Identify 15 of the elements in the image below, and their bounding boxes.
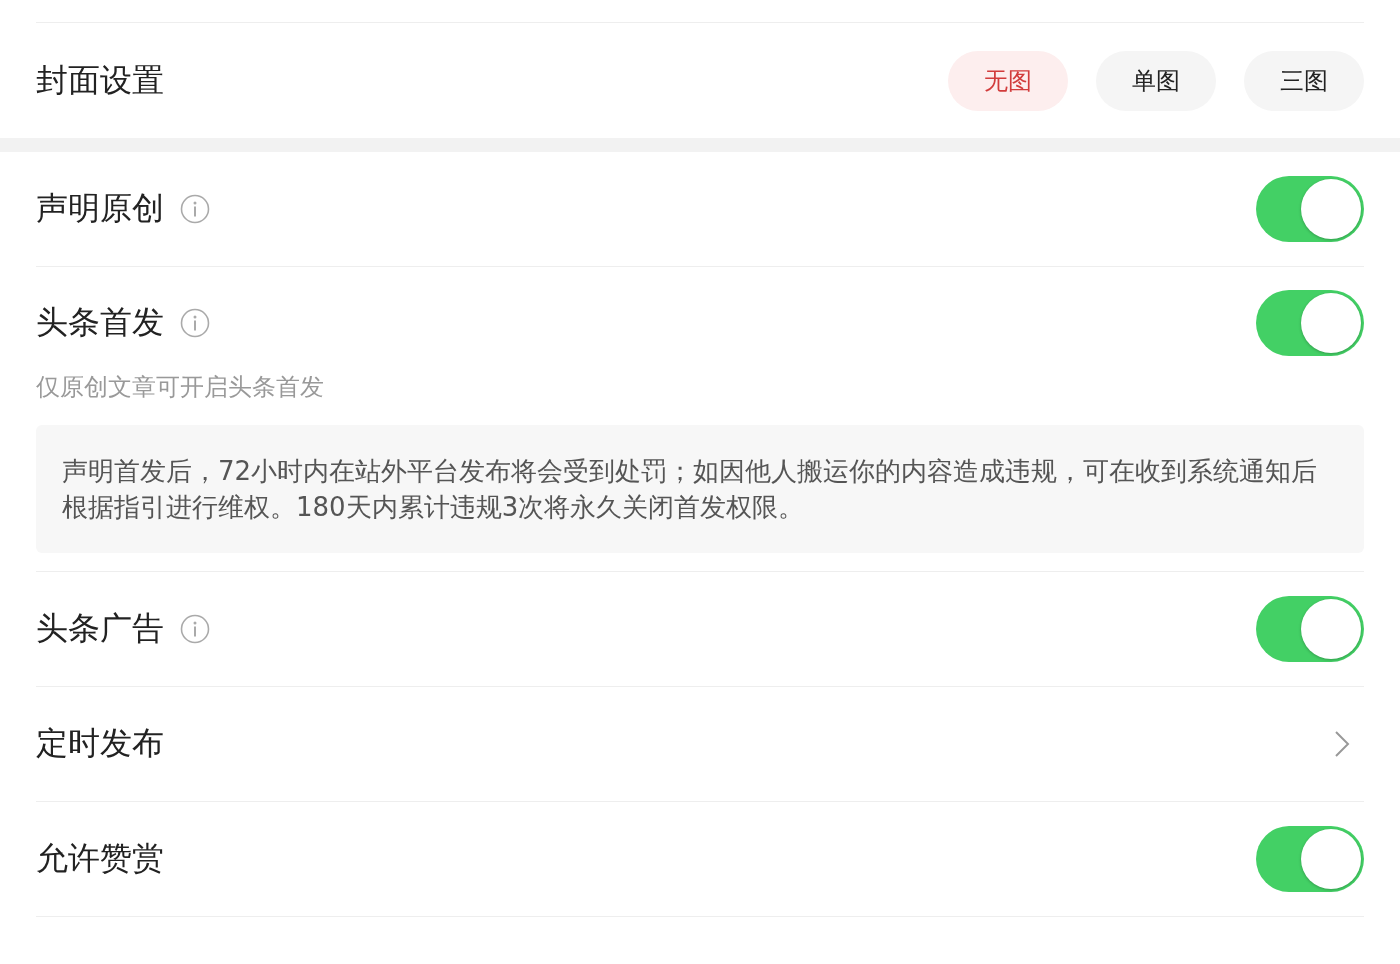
- row-title: 头条广告: [36, 608, 164, 649]
- row-title: 封面设置: [36, 59, 164, 101]
- info-icon[interactable]: [180, 308, 210, 338]
- row-title: 定时发布: [36, 723, 164, 764]
- info-icon[interactable]: [180, 614, 210, 644]
- cover-option[interactable]: 单图: [1096, 50, 1216, 111]
- row-title: 声明原创: [36, 188, 164, 229]
- row-title: 允许赞赏: [36, 838, 164, 879]
- notice-text: 声明首发后，72小时内在站外平台发布将会受到处罚；如因他人搬运你的内容造成违规，可在收到系统通知后根据指引进行维权。180天内累计违规3次将永久关闭首发权限。: [36, 425, 1364, 553]
- row-title: 头条首发: [36, 302, 164, 343]
- hint-text: 仅原创文章可开启头条首发: [36, 372, 325, 403]
- info-icon[interactable]: [180, 194, 210, 224]
- chevron-right-icon[interactable]: [1334, 730, 1350, 758]
- cover-option[interactable]: 无图: [948, 50, 1068, 111]
- cover-option[interactable]: 三图: [1244, 50, 1364, 111]
